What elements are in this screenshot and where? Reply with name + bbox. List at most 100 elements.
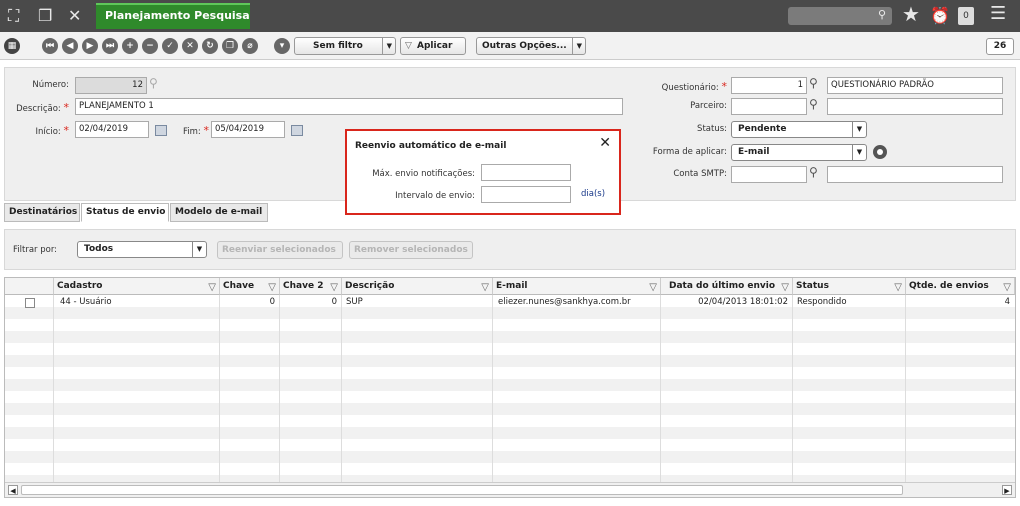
- previous-record-icon[interactable]: ◀: [62, 38, 78, 54]
- tab-status-envio[interactable]: Status de envio: [81, 203, 169, 222]
- remove-selected-button[interactable]: Remover selecionados: [349, 241, 473, 259]
- column-divider: [219, 295, 220, 482]
- funnel-icon[interactable]: ▽: [1003, 280, 1011, 294]
- column-divider: [341, 295, 342, 482]
- scrollbar-thumb[interactable]: [21, 485, 903, 495]
- calendar-icon[interactable]: [155, 125, 167, 136]
- tab-destinatarios[interactable]: Destinatários: [4, 203, 80, 222]
- notification-badge[interactable]: 0: [958, 7, 974, 25]
- filter-settings-icon[interactable]: ▾: [274, 38, 290, 54]
- column-header-chave[interactable]: Chave ▽: [220, 278, 280, 295]
- column-header-label: Status: [796, 281, 829, 291]
- filter-select[interactable]: Sem filtro ▼: [294, 37, 396, 55]
- parceiro-label: Parceiro:: [690, 101, 727, 111]
- table-row-empty: [5, 403, 1015, 415]
- scroll-left-icon[interactable]: ◀: [8, 485, 18, 495]
- chevron-down-icon: ▼: [571, 38, 582, 54]
- inicio-date-field[interactable]: 02/04/2019: [75, 121, 149, 138]
- status-select[interactable]: Pendente ▼: [731, 121, 867, 138]
- search-icon[interactable]: ⚲: [809, 76, 818, 90]
- column-header-cadastro[interactable]: Cadastro ▽: [54, 278, 220, 295]
- alarm-clock-icon[interactable]: ⏰: [930, 6, 950, 26]
- smtp-label: Conta SMTP:: [673, 169, 727, 179]
- filter-panel: Filtrar por: Todos ▼ Reenviar selecionad…: [4, 229, 1016, 270]
- column-divider: [53, 295, 54, 482]
- scroll-right-icon[interactable]: ▶: [1002, 485, 1012, 495]
- add-icon[interactable]: +: [122, 38, 138, 54]
- copy-icon[interactable]: ❐: [222, 38, 238, 54]
- cell-chave: 0: [269, 297, 275, 307]
- required-icon: *: [203, 124, 210, 137]
- column-header-qtde[interactable]: Qtde. de envios ▽: [906, 278, 1015, 295]
- grid-view-icon[interactable]: ▦: [4, 38, 20, 54]
- attach-icon[interactable]: ⌀: [242, 38, 258, 54]
- chevron-down-icon: ▼: [852, 122, 866, 137]
- row-checkbox[interactable]: [25, 298, 35, 308]
- action-toolbar: ▦ ⏮ ◀ ▶ ⏭ + − ✓ ✕ ↻ ❐ ⌀ ▾ Sem filtro ▼ ▽…: [0, 32, 1020, 60]
- tab-planejamento-pesquisa[interactable]: Planejamento Pesquisa: [96, 3, 250, 29]
- apply-button[interactable]: ▽ Aplicar: [400, 37, 466, 55]
- menu-icon[interactable]: ☰: [990, 4, 1006, 24]
- restore-window-icon[interactable]: ❐: [38, 6, 52, 26]
- questionario-code-field[interactable]: 1: [731, 77, 807, 94]
- column-divider: [492, 295, 493, 482]
- cancel-icon[interactable]: ✕: [182, 38, 198, 54]
- next-record-icon[interactable]: ▶: [82, 38, 98, 54]
- required-icon: *: [63, 101, 70, 114]
- forma-aplicar-select[interactable]: E-mail ▼: [731, 144, 867, 161]
- global-search-input[interactable]: ⚲: [788, 7, 892, 25]
- close-icon[interactable]: ✕: [599, 135, 611, 151]
- confirm-icon[interactable]: ✓: [162, 38, 178, 54]
- recipients-status-grid: Cadastro ▽ Chave ▽ Chave 2 ▽ Descrição ▽ E-m…: [4, 277, 1016, 498]
- filter-by-select[interactable]: Todos ▼: [77, 241, 207, 258]
- status-label: Status:: [697, 124, 727, 134]
- cell-data-ultimo-envio: 02/04/2013 18:01:02: [698, 297, 788, 307]
- questionario-label: Questionário: *: [625, 80, 727, 93]
- parceiro-code-field[interactable]: [731, 98, 807, 115]
- send-interval-field[interactable]: [481, 186, 571, 203]
- refresh-icon[interactable]: ↻: [202, 38, 218, 54]
- fim-date-field[interactable]: 05/04/2019: [211, 121, 285, 138]
- last-record-icon[interactable]: ⏭: [102, 38, 118, 54]
- funnel-icon[interactable]: ▽: [208, 280, 216, 294]
- column-header-status[interactable]: Status ▽: [793, 278, 906, 295]
- max-notifications-field[interactable]: [481, 164, 571, 181]
- search-icon[interactable]: ⚲: [809, 97, 818, 111]
- funnel-icon[interactable]: ▽: [894, 280, 902, 294]
- column-header-data[interactable]: Data do último envio ▽: [661, 278, 793, 295]
- close-icon[interactable]: ✕: [68, 6, 81, 26]
- remove-icon[interactable]: −: [142, 38, 158, 54]
- favorite-star-icon[interactable]: ★: [902, 4, 920, 24]
- funnel-icon[interactable]: ▽: [649, 280, 657, 294]
- column-header-chave2[interactable]: Chave 2 ▽: [280, 278, 342, 295]
- parceiro-name-field: [827, 98, 1003, 115]
- calendar-icon[interactable]: [291, 125, 303, 136]
- resend-selected-button[interactable]: Reenviar selecionados: [217, 241, 343, 259]
- funnel-icon[interactable]: ▽: [330, 280, 338, 294]
- funnel-icon[interactable]: ▽: [781, 280, 789, 294]
- column-header-label: Chave: [223, 281, 255, 291]
- search-icon[interactable]: ⚲: [149, 76, 158, 90]
- column-header-email[interactable]: E-mail ▽: [493, 278, 661, 295]
- first-record-icon[interactable]: ⏮: [42, 38, 58, 54]
- column-header-label: Qtde. de envios: [909, 281, 989, 291]
- search-icon[interactable]: ⚲: [809, 165, 818, 179]
- smtp-code-field[interactable]: [731, 166, 807, 183]
- funnel-icon[interactable]: ▽: [268, 280, 276, 294]
- tab-modelo-email[interactable]: Modelo de e-mail: [170, 203, 268, 222]
- schedule-clock-icon[interactable]: [873, 145, 887, 159]
- funnel-icon[interactable]: ▽: [481, 280, 489, 294]
- column-header-label: Chave 2: [283, 281, 324, 291]
- top-bar: ⛶ ❐ ✕ Planejamento Pesquisa ⚲ ★ ⏰ 0 ☰: [0, 0, 1020, 32]
- table-row[interactable]: 44 - Usuário 0 0 SUP eliezer.nunes@sankh…: [5, 296, 1015, 310]
- cell-qtde-envios: 4: [1004, 297, 1010, 307]
- column-header-descricao[interactable]: Descrição ▽: [342, 278, 493, 295]
- forma-aplicar-label: Forma de aplicar:: [652, 147, 727, 157]
- required-icon: *: [721, 80, 728, 93]
- fim-label: Fim: *: [175, 124, 209, 137]
- horizontal-scrollbar[interactable]: ◀ ▶: [5, 482, 1015, 497]
- select-all-header: [5, 278, 54, 295]
- fullscreen-icon[interactable]: ⛶: [8, 6, 19, 26]
- more-options-button[interactable]: Outras Opções... ▼: [476, 37, 586, 55]
- descricao-field[interactable]: PLANEJAMENTO 1: [75, 98, 623, 115]
